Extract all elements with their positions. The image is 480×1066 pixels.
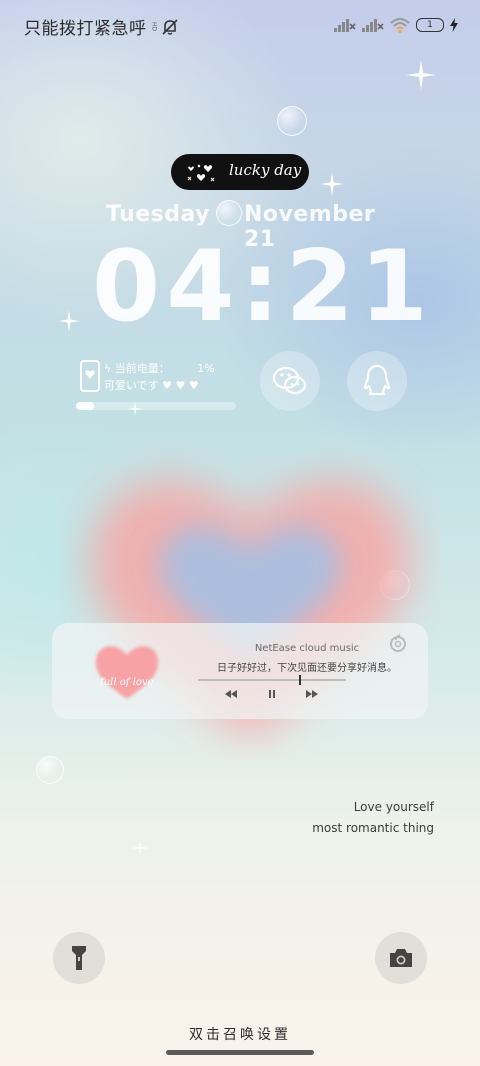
music-widget[interactable]: full of love NetEase cloud music 日子好好过，下… xyxy=(52,623,428,719)
quote-line-1: Love yourself xyxy=(353,800,434,814)
flashlight-button[interactable] xyxy=(53,932,105,984)
battery-level-bar xyxy=(76,402,236,410)
mute-bell-icon xyxy=(161,18,178,35)
home-indicator[interactable] xyxy=(166,1050,314,1055)
next-icon[interactable] xyxy=(305,687,319,701)
netease-logo-icon xyxy=(390,634,406,652)
lucky-day-badge: lucky day xyxy=(171,154,309,190)
pause-icon[interactable] xyxy=(265,687,279,701)
quote-text: Love yourself most romantic thing xyxy=(312,797,434,839)
qq-shortcut-button[interactable] xyxy=(347,351,407,411)
lucky-day-text: lucky day xyxy=(229,161,302,179)
clock-time: 04:21 xyxy=(92,230,434,344)
lightning-icon: ϟ xyxy=(104,362,112,375)
album-cover-text: full of love xyxy=(100,677,154,688)
camera-icon xyxy=(390,949,412,967)
wechat-shortcut-button[interactable] xyxy=(260,351,320,411)
battery-level-fill xyxy=(76,402,94,410)
carrier-text: 只能拨打紧急呼 xyxy=(24,19,147,39)
wechat-icon xyxy=(272,366,307,395)
quote-line-2: most romantic thing xyxy=(312,821,434,835)
battery-subtitle: 可爱いです ♥ ♥ ♥ xyxy=(104,379,199,392)
weekday-text: Tuesday xyxy=(106,202,211,227)
status-bar: 只能拨打紧急呼 HD 1 xyxy=(0,0,480,52)
bubble xyxy=(216,200,242,226)
sparkle-icon xyxy=(132,840,148,856)
double-tap-hint: 双击召唤设置 xyxy=(189,1027,291,1043)
sparkle-icon xyxy=(406,60,436,90)
camera-button[interactable] xyxy=(375,932,427,984)
music-progress-bar[interactable] xyxy=(198,675,346,685)
music-lyric: 日子好好过，下次见面还要分享好消息。 xyxy=(217,663,397,674)
qq-penguin-icon xyxy=(363,364,391,396)
sparkle-icon xyxy=(320,172,344,196)
battery-widget: ϟ 当前电量： 1% 可爱いです ♥ ♥ ♥ xyxy=(76,358,246,418)
battery-icon: 1 xyxy=(416,18,444,32)
signal-x-icon xyxy=(362,19,384,32)
signal-x-icon xyxy=(334,19,356,32)
previous-icon[interactable] xyxy=(224,687,238,701)
battery-label: 当前电量： xyxy=(114,362,170,375)
phone-heart-icon xyxy=(80,360,100,392)
hd-tag: HD xyxy=(150,21,158,32)
wifi-icon xyxy=(390,18,410,33)
bubble xyxy=(36,756,64,784)
charging-bolt-icon xyxy=(450,18,458,32)
album-cover xyxy=(95,646,159,699)
music-progress-knob[interactable] xyxy=(298,675,301,685)
hearts-icon xyxy=(187,164,215,182)
sparkle-icon xyxy=(58,310,80,332)
bubble xyxy=(277,106,307,136)
flashlight-icon xyxy=(72,946,86,970)
battery-percent: 1% xyxy=(197,362,215,375)
